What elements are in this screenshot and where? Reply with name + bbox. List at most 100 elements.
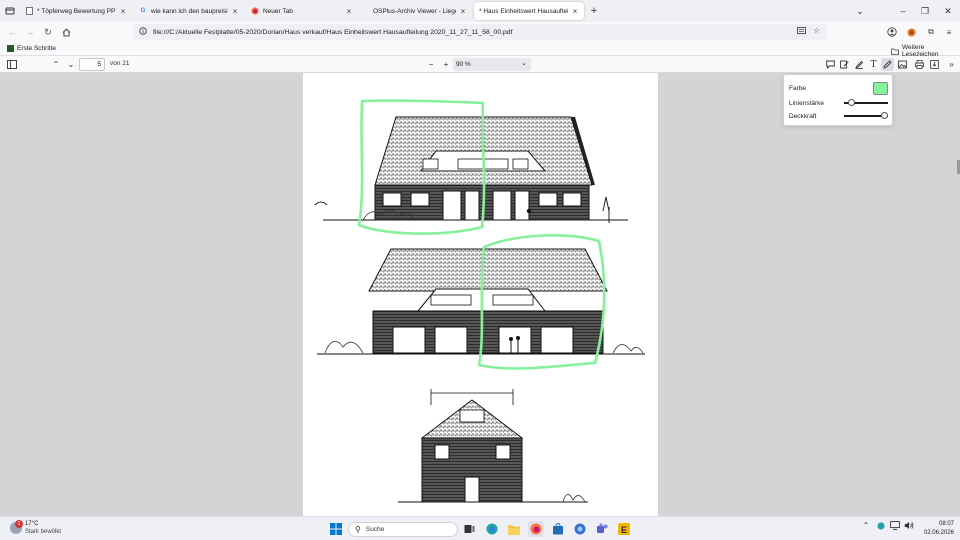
tab-baupreisindex[interactable]: G wie kann ich den baupreisinde: × xyxy=(134,2,244,20)
house-elevation-drawing xyxy=(314,99,645,503)
new-tab-button[interactable]: + xyxy=(586,3,602,19)
minus-icon: − xyxy=(428,60,434,69)
color-swatch[interactable] xyxy=(873,82,888,95)
tab-strip: * Töpferweg Bewertung PP - Töpfer × G wi… xyxy=(0,0,960,22)
monitor-tray-icon[interactable] xyxy=(889,521,901,532)
plus-icon: + xyxy=(590,5,598,17)
taskbar-app-e[interactable]: E xyxy=(616,521,632,537)
zoom-out-button[interactable]: − xyxy=(425,58,437,71)
tab-toepferweg[interactable]: * Töpferweg Bewertung PP - Töpfer × xyxy=(20,2,132,20)
taskbar-teams[interactable] xyxy=(594,521,610,537)
pdf-page[interactable] xyxy=(303,73,658,516)
weather-temperature: 17°C xyxy=(25,521,39,527)
save-button[interactable] xyxy=(928,58,941,71)
highlight-button[interactable] xyxy=(853,58,866,71)
chevron-down-icon: ⌄ xyxy=(856,5,864,16)
volume-icon[interactable] xyxy=(903,521,915,532)
double-chevron-right-icon: » xyxy=(949,60,954,69)
extension-button[interactable] xyxy=(902,22,920,42)
chevron-up-icon: ⌃ xyxy=(52,60,60,69)
document-icon xyxy=(25,7,33,15)
thickness-slider-thumb[interactable] xyxy=(847,99,855,106)
tab-title: wie kann ich den baupreisinde: xyxy=(151,7,228,15)
zoom-in-button[interactable]: + xyxy=(440,58,452,71)
ink-settings-popup: Farbe Linienstärke Deckkraft xyxy=(783,74,893,126)
close-window-button[interactable]: ✕ xyxy=(937,0,959,22)
image-icon xyxy=(898,60,907,69)
tab-osplus-archiv[interactable]: OSPlus-Archiv Viewer - Liegenschaf × xyxy=(360,2,472,20)
reload-icon: ↻ xyxy=(44,26,52,37)
bookmark-erste-schritte[interactable]: Erste Schritte xyxy=(6,44,56,52)
add-image-button[interactable] xyxy=(896,58,909,71)
more-tools-button[interactable]: » xyxy=(945,58,958,71)
firefox-bookmark-icon xyxy=(6,44,14,52)
text-icon: T xyxy=(870,59,877,70)
folder-icon xyxy=(508,525,520,535)
bookmark-star-icon[interactable]: ☆ xyxy=(813,26,820,35)
system-clock[interactable]: 08:07 02.06.2026 xyxy=(920,520,954,538)
tab-title: * Töpferweg Bewertung PP - Töpfer xyxy=(37,7,116,15)
home-button[interactable] xyxy=(57,23,75,41)
puzzle-icon: ⧉ xyxy=(928,27,934,36)
menu-button[interactable]: ≡ xyxy=(940,22,958,42)
task-view-button[interactable] xyxy=(461,521,477,537)
show-hidden-icons[interactable]: ⌃ xyxy=(860,521,872,530)
taskbar-search[interactable]: ⚲ Suche xyxy=(348,522,458,537)
forward-button[interactable]: → xyxy=(21,23,39,41)
pdf-viewer[interactable] xyxy=(0,73,960,516)
taskbar-explorer[interactable] xyxy=(506,521,522,537)
maximize-button[interactable]: ❐ xyxy=(914,0,936,22)
arrow-left-icon: ← xyxy=(7,27,17,37)
close-icon: ✕ xyxy=(944,5,952,16)
previous-page-button[interactable]: ⌃ xyxy=(50,58,62,71)
zoom-select[interactable]: 90 % ⌄ xyxy=(453,58,531,71)
close-tab-icon[interactable]: × xyxy=(119,7,127,16)
tab-neuer-tab[interactable]: Neuer Tab × xyxy=(246,2,358,20)
start-button[interactable] xyxy=(328,521,344,537)
weather-widget[interactable]: 1 17°C Stark bewölkt xyxy=(10,520,80,538)
close-tab-icon[interactable]: × xyxy=(231,7,239,16)
teams-icon xyxy=(597,523,608,533)
close-tab-icon[interactable]: × xyxy=(345,7,353,16)
tab-haus-einheitswert[interactable]: * Haus Einheitswert Hausaufteilung × xyxy=(474,2,584,20)
account-icon xyxy=(887,27,897,37)
print-button[interactable] xyxy=(913,58,926,71)
folder-icon xyxy=(891,47,899,55)
next-page-button[interactable]: ⌄ xyxy=(65,58,77,71)
network-tray-icon[interactable] xyxy=(875,521,887,532)
comment-button[interactable] xyxy=(824,58,837,71)
reader-view-icon[interactable] xyxy=(797,26,806,37)
page-info-icon[interactable] xyxy=(139,27,147,37)
page-number-input[interactable] xyxy=(79,58,105,71)
thickness-label: Linienstärke xyxy=(789,100,825,107)
edit-text-button[interactable] xyxy=(838,58,851,71)
minimize-button[interactable]: – xyxy=(892,0,914,22)
search-icon: ⚲ xyxy=(355,525,361,534)
page-count: von 21 xyxy=(110,60,130,67)
close-tab-icon[interactable]: × xyxy=(459,7,467,16)
close-tab-icon[interactable]: × xyxy=(571,7,579,16)
address-bar[interactable]: file:///C:/Aktuelle Festplatte/05-2020/D… xyxy=(133,24,827,40)
tab-overview-button[interactable] xyxy=(0,0,20,22)
arrow-right-icon: → xyxy=(25,27,35,37)
account-button[interactable] xyxy=(883,22,901,42)
add-text-button[interactable]: T xyxy=(867,58,880,71)
url-text[interactable]: file:///C:/Aktuelle Festplatte/05-2020/D… xyxy=(153,29,512,36)
taskbar-firefox[interactable] xyxy=(528,521,544,537)
taskbar-edge[interactable] xyxy=(484,521,500,537)
opacity-slider-thumb[interactable] xyxy=(881,112,888,119)
tab-list-dropdown[interactable]: ⌄ xyxy=(849,0,871,22)
taskbar-app-browser[interactable] xyxy=(572,521,588,537)
color-label: Farbe xyxy=(789,85,806,92)
reload-button[interactable]: ↻ xyxy=(39,23,57,41)
windows-icon xyxy=(330,523,342,535)
search-label: Suche xyxy=(365,526,385,533)
browser-app-icon xyxy=(574,523,586,535)
e-app-icon: E xyxy=(618,523,630,535)
back-button[interactable]: ← xyxy=(3,23,21,41)
taskbar-store[interactable] xyxy=(550,521,566,537)
extensions-button[interactable]: ⧉ xyxy=(922,22,940,42)
hamburger-icon: ≡ xyxy=(946,27,952,37)
sidebar-toggle-button[interactable] xyxy=(6,58,18,71)
draw-button[interactable] xyxy=(881,58,894,71)
